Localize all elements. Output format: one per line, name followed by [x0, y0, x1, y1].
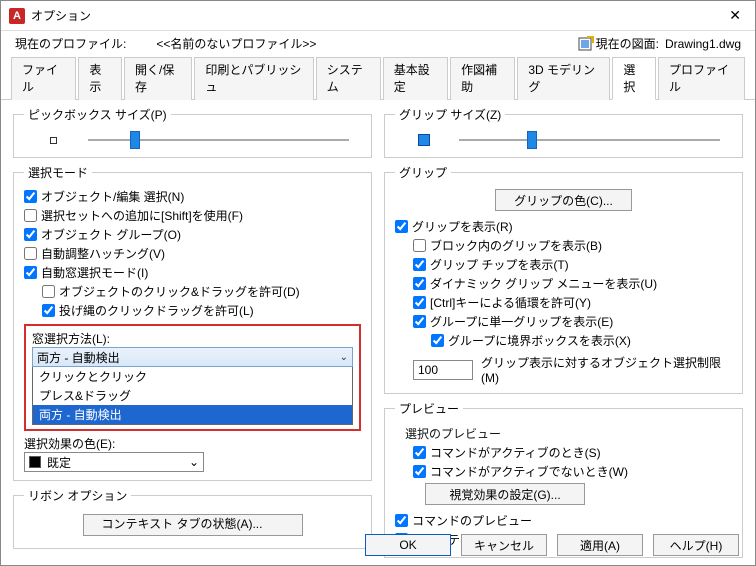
selection-mode-group: 選択モード オブジェクト/編集 選択(N) 選択セットへの追加に[Shift]を…: [13, 164, 372, 481]
effect-color-label: 選択効果の色(E):: [24, 435, 361, 452]
pickbox-size-legend: ピックボックス サイズ(P): [24, 106, 171, 123]
tab-system[interactable]: システム: [316, 57, 381, 100]
chk-single-group[interactable]: グループに単一グリップを表示(E): [395, 312, 732, 331]
chk-grip-tip[interactable]: グリップ チップを表示(T): [395, 255, 732, 274]
window-title: オプション: [31, 7, 723, 24]
tab-selection[interactable]: 選択: [612, 57, 656, 100]
grip-size-group: グリップ サイズ(Z): [384, 106, 743, 158]
chk-show-grip[interactable]: グリップを表示(R): [395, 217, 732, 236]
cancel-button[interactable]: キャンセル: [461, 534, 547, 556]
chk-cmd-inactive[interactable]: コマンドがアクティブでないとき(W): [395, 462, 732, 481]
grip-size-legend: グリップ サイズ(Z): [395, 106, 505, 123]
tab-display[interactable]: 表示: [78, 57, 122, 100]
current-profile-name: <<名前のないプロファイル>>: [156, 35, 316, 52]
grip-legend: グリップ: [395, 164, 451, 181]
chk-obj-group[interactable]: オブジェクト グループ(O): [24, 225, 361, 244]
drawing-icon: [578, 36, 596, 52]
titlebar: A オプション ✕: [1, 1, 755, 31]
chk-cmd-active[interactable]: コマンドがアクティブのとき(S): [395, 443, 732, 462]
window-method-opt-click[interactable]: クリックとクリック: [33, 367, 352, 386]
grip-limit-input[interactable]: [413, 360, 473, 380]
help-button[interactable]: ヘルプ(H): [653, 534, 739, 556]
tab-open-save[interactable]: 開く/保存: [124, 57, 192, 100]
tab-profiles[interactable]: プロファイル: [658, 57, 745, 100]
pickbox-size-group: ピックボックス サイズ(P): [13, 106, 372, 158]
chevron-down-icon: ⌄: [340, 352, 348, 363]
tabs: ファイル 表示 開く/保存 印刷とパブリッシュ システム 基本設定 作図補助 3…: [1, 56, 755, 100]
right-column: グリップ サイズ(Z) グリップ グリップの色(C)... グリップを表示(R)…: [384, 106, 743, 534]
ribbon-options-legend: リボン オプション: [24, 487, 131, 504]
window-method-opt-press[interactable]: プレス&ドラッグ: [33, 386, 352, 405]
tab-plot[interactable]: 印刷とパブリッシュ: [194, 57, 313, 100]
current-drawing-label: 現在の図面:: [596, 35, 659, 52]
chevron-down-icon: ⌄: [189, 455, 199, 469]
current-profile-label: 現在のプロファイル:: [15, 35, 126, 52]
tab-file[interactable]: ファイル: [11, 57, 76, 100]
window-method-dropdown: クリックとクリック プレス&ドラッグ 両方 - 自動検出: [32, 367, 353, 425]
close-icon[interactable]: ✕: [723, 7, 747, 24]
visual-effect-settings-button[interactable]: 視覚効果の設定(G)...: [425, 483, 585, 505]
chk-ctrl-cycle[interactable]: [Ctrl]キーによる循環を許可(Y): [395, 293, 732, 312]
chk-auto-window[interactable]: 自動窓選択モード(I): [24, 263, 361, 282]
window-method-highlight: 窓選択方法(L): 両方 - 自動検出 ⌄ クリックとクリック プレス&ドラッグ…: [24, 324, 361, 431]
grip-limit-label: グリップ表示に対するオブジェクト選択制限(M): [481, 354, 732, 385]
effect-color-value: 既定: [47, 454, 71, 471]
chk-auto-hatch[interactable]: 自動調整ハッチング(V): [24, 244, 361, 263]
chk-lasso-drag[interactable]: 投げ縄のクリックドラッグを許可(L): [24, 301, 361, 320]
tab-3d[interactable]: 3D モデリング: [517, 57, 610, 100]
grip-group: グリップ グリップの色(C)... グリップを表示(R) ブロック内のグリップを…: [384, 164, 743, 394]
tab-drafting[interactable]: 作図補助: [450, 57, 515, 100]
apply-button[interactable]: 適用(A): [557, 534, 643, 556]
chk-click-drag[interactable]: オブジェクトのクリック&ドラッグを許可(D): [24, 282, 361, 301]
grip-slider[interactable]: [459, 139, 720, 141]
chk-shift-add[interactable]: 選択セットへの追加に[Shift]を使用(F): [24, 206, 361, 225]
effect-color-combo[interactable]: 既定 ⌄: [24, 452, 204, 472]
window-method-combo[interactable]: 両方 - 自動検出 ⌄: [32, 347, 353, 367]
dialog-footer: OK キャンセル 適用(A) ヘルプ(H): [1, 525, 755, 565]
left-column: ピックボックス サイズ(P) 選択モード オブジェクト/編集 選択(N) 選択セ…: [13, 106, 372, 534]
chk-grip-in-block[interactable]: ブロック内のグリップを表示(B): [395, 236, 732, 255]
tab-prefs[interactable]: 基本設定: [383, 57, 448, 100]
gripbox-preview: [403, 134, 445, 146]
pickbox-preview: [32, 137, 74, 144]
current-drawing-name: Drawing1.dwg: [665, 37, 741, 51]
ok-button[interactable]: OK: [365, 534, 451, 556]
chk-dyn-menu[interactable]: ダイナミック グリップ メニューを表示(U): [395, 274, 732, 293]
window-method-value: 両方 - 自動検出: [37, 349, 120, 366]
profile-header: 現在のプロファイル: <<名前のないプロファイル>> 現在の図面: Drawin…: [1, 31, 755, 54]
window-method-label: 窓選択方法(L):: [32, 330, 353, 347]
selection-preview-label: 選択のプレビュー: [395, 423, 732, 443]
app-icon: A: [9, 8, 25, 24]
chk-group-bbox[interactable]: グループに境界ボックスを表示(X): [395, 331, 732, 350]
chk-obj-edit[interactable]: オブジェクト/編集 選択(N): [24, 187, 361, 206]
selection-mode-legend: 選択モード: [24, 164, 92, 181]
grip-color-button[interactable]: グリップの色(C)...: [495, 189, 632, 211]
window-method-opt-both[interactable]: 両方 - 自動検出: [33, 405, 352, 424]
effect-color-swatch: [29, 456, 41, 468]
pickbox-slider[interactable]: [88, 139, 349, 141]
preview-legend: プレビュー: [395, 400, 463, 417]
